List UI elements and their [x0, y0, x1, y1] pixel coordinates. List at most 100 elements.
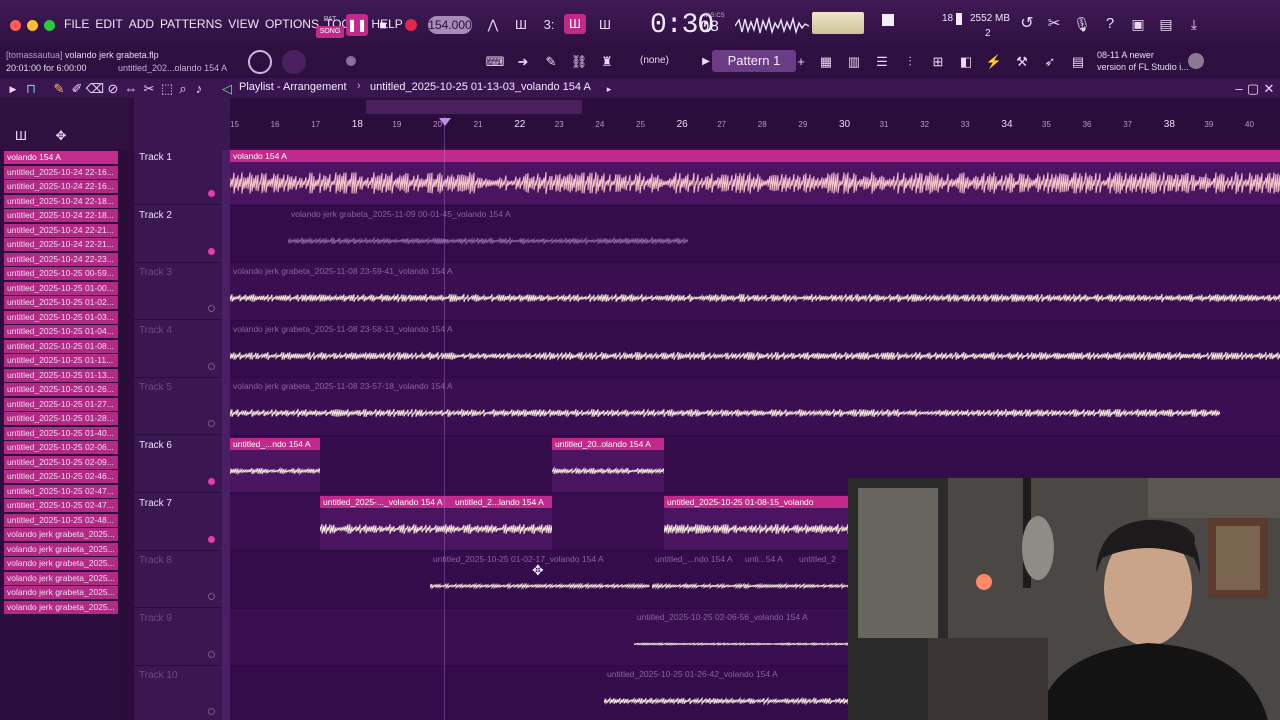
clip-browser-scrollbar[interactable] — [120, 150, 128, 720]
channel-rack-icon[interactable]: ☰ — [871, 52, 893, 72]
audio-clip[interactable]: untitled_2025-10-25 02-06-56_volando 154… — [634, 611, 850, 665]
arrangement-dropdown-icon[interactable]: ▸ — [598, 79, 620, 99]
browser-item-clip[interactable]: volando jerk grabeta_2025... — [4, 542, 118, 556]
stop-button[interactable]: ■ — [372, 14, 394, 36]
browser-item-clip[interactable]: untitled_2025-10-25 00-59... — [4, 267, 118, 280]
browser-item-pattern[interactable]: volando 154 A — [4, 151, 118, 164]
track-header-8[interactable]: Track 8 — [134, 551, 222, 609]
pencil-tool-icon[interactable]: ✎ — [540, 52, 562, 72]
pause-button[interactable]: ❚❚ — [346, 14, 368, 36]
track-enable-led[interactable] — [208, 247, 215, 255]
master-volume-meter[interactable] — [812, 12, 864, 34]
loop-record-icon[interactable]: Ш — [594, 15, 616, 35]
browser-item-clip[interactable]: volando jerk grabeta_2025... — [4, 586, 118, 599]
cut-icon[interactable]: ✂ — [1043, 14, 1065, 34]
mixer-icon[interactable]: ⫶ — [899, 52, 921, 72]
track-header-3[interactable]: Track 3 — [134, 263, 222, 321]
menu-view[interactable]: VIEW — [228, 17, 259, 31]
audio-clip[interactable]: volando jerk grabeta_2025-11-08 23-59-41… — [230, 265, 1280, 319]
zoom-window-button[interactable] — [44, 20, 55, 31]
microphone-icon[interactable]: 🎙 — [1071, 14, 1093, 34]
playlist-icon[interactable]: ▦ — [815, 52, 837, 72]
playlist-arrangement-name[interactable]: untitled_2025-10-25 01-13-03_volando 154… — [370, 81, 591, 93]
track-header-7[interactable]: Track 7 — [134, 494, 222, 551]
playlist-horizontal-scrollbar[interactable] — [366, 100, 582, 114]
track-enable-led[interactable] — [208, 190, 215, 197]
track-header-scrollbar[interactable] — [222, 150, 230, 720]
browser-item-clip[interactable]: untitled_2025-10-25 02-06... — [4, 441, 118, 454]
browser-item-clip[interactable]: untitled_2025-10-24 22-16... — [4, 180, 118, 193]
snap-arrow-icon[interactable]: ➜ — [512, 52, 534, 72]
browser-item-clip[interactable]: untitled_2025-10-24 22-21... — [4, 223, 118, 237]
main-pitch-knob[interactable] — [282, 50, 306, 74]
audio-clip[interactable]: untitled_2 — [796, 553, 850, 607]
track-header-10[interactable]: Track 10 — [134, 666, 222, 720]
settings-gear-icon[interactable] — [1188, 53, 1204, 69]
browser-item-clip[interactable]: volando jerk grabeta_2025... — [4, 557, 118, 570]
countdown-icon[interactable]: 3: — [538, 15, 560, 35]
browser-item-clip[interactable]: untitled_2025-10-25 01-13... — [4, 368, 118, 382]
audio-clip[interactable]: untitled_2025-..._volando 154 A — [320, 495, 452, 550]
audio-clip[interactable]: untitled_2...lando 154 A — [452, 495, 552, 550]
playlist-play-icon[interactable]: ◁ — [216, 79, 238, 99]
track-enable-led[interactable] — [208, 478, 215, 485]
track-header-9[interactable]: Track 9 — [134, 609, 222, 666]
track-enable-led[interactable] — [208, 535, 215, 543]
browser-item-clip[interactable]: untitled_2025-10-24 22-21... — [4, 238, 118, 251]
browser-item-clip[interactable]: untitled_2025-10-25 02-47... — [4, 499, 118, 512]
help-icon[interactable]: ? — [1099, 14, 1121, 34]
browser-item-clip[interactable]: untitled_2025-10-25 01-26... — [4, 383, 118, 396]
audio-clip[interactable]: volando jerk grabeta_2025-11-08 23-57-18… — [230, 380, 1220, 434]
tools-icon[interactable]: ⚒ — [1011, 52, 1033, 72]
timeline-ruler[interactable]: 15 16 17 18 19 20 21 22 23 24 25 26 27 28 29 30 31 32 33 34… — [230, 116, 1280, 134]
browser-item-clip[interactable]: untitled_2025-10-24 22-16... — [4, 165, 118, 179]
menu-patterns[interactable]: PATTERNS — [160, 17, 222, 31]
audio-clip[interactable]: volando jerk grabeta_2025-11-09 00-01-45… — [288, 208, 688, 262]
browser-item-clip[interactable]: untitled_2025-10-25 02-47... — [4, 484, 118, 498]
browser-item-clip[interactable]: volando jerk grabeta_2025... — [4, 528, 118, 541]
record-button[interactable] — [400, 14, 422, 36]
audio-clip[interactable]: untitled_20..olando 154 A — [552, 438, 664, 492]
browser-item-clip[interactable]: untitled_2025-10-25 01-04... — [4, 325, 118, 338]
wait-for-input-icon[interactable]: Ш — [510, 15, 532, 35]
audio-clip[interactable]: untitled_2025-10-25 01-26-42_volando 154… — [604, 668, 850, 720]
plugin-icon[interactable]: ◧ — [955, 52, 977, 72]
typing-keyboard-icon[interactable]: ⌨ — [484, 52, 506, 72]
news-panel[interactable]: 08-11 A newer version of FL Studio i... — [1097, 49, 1189, 73]
stamp-icon[interactable]: ♜ — [596, 52, 618, 72]
main-volume-knob[interactable] — [248, 50, 272, 74]
audio-clip[interactable]: volando jerk grabeta_2025-11-08 23-58-13… — [230, 323, 1280, 377]
audio-clip[interactable]: volando 154 A — [230, 150, 1280, 204]
track-enable-led[interactable] — [208, 708, 215, 716]
track-header-2[interactable]: Track 2 — [134, 206, 222, 263]
browser-item-clip[interactable]: untitled_2025-10-25 01-08... — [4, 339, 118, 353]
track-enable-led[interactable] — [208, 593, 215, 601]
pattern-selector[interactable]: Pattern 1 — [712, 50, 796, 72]
mixer-slider-handle[interactable] — [346, 56, 356, 66]
playlist-close-icon[interactable]: ✕ — [1258, 79, 1280, 99]
browser-item-clip[interactable]: untitled_2025-10-24 22-18... — [4, 209, 118, 222]
add-pattern-button[interactable]: + — [790, 52, 812, 72]
save-icon[interactable]: ▣ — [1127, 14, 1149, 34]
track-header-6[interactable]: Track 6 — [134, 436, 222, 493]
audio-clip[interactable]: untitled_...ndo 154 A — [230, 438, 320, 492]
snap-selector[interactable]: (none) — [640, 55, 669, 66]
browser-item-clip[interactable]: untitled_2025-10-25 01-27... — [4, 397, 118, 411]
tempo-display[interactable]: 154.000 — [428, 16, 472, 34]
browser-item-clip[interactable]: untitled_2025-10-24 22-18... — [4, 194, 118, 208]
undo-icon[interactable]: ↺ — [1016, 14, 1038, 34]
store-icon[interactable]: ▤ — [1067, 52, 1089, 72]
browser-item-clip[interactable]: untitled_2025-10-25 01-02... — [4, 296, 118, 309]
track-header-1[interactable]: Track 1 — [134, 148, 222, 205]
browser-item-clip[interactable]: untitled_2025-10-25 02-46... — [4, 470, 118, 483]
export-icon[interactable]: ⤓ — [1183, 14, 1205, 34]
track-header-4[interactable]: Track 4 — [134, 321, 222, 378]
playhead-marker[interactable] — [439, 118, 451, 126]
step-edit-icon[interactable]: Ш — [564, 14, 586, 34]
browser-item-clip[interactable]: volando jerk grabeta_2025... — [4, 600, 118, 614]
menu-add[interactable]: ADD — [129, 17, 154, 31]
browser-item-clip[interactable]: untitled_2025-10-24 22-23... — [4, 252, 118, 266]
close-window-button[interactable] — [10, 20, 21, 31]
menu-edit[interactable]: EDIT — [95, 17, 122, 31]
link-icon[interactable]: ⛓ — [568, 52, 590, 72]
